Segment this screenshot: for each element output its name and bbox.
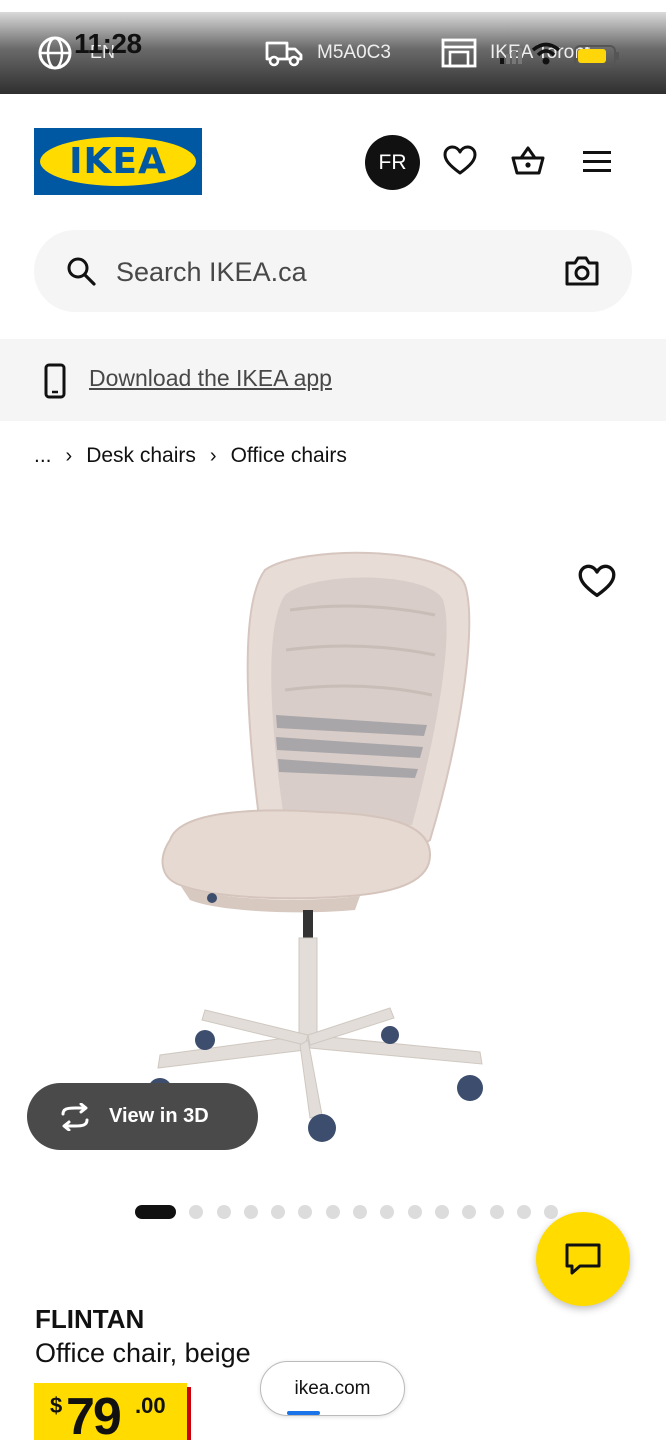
carousel-dot[interactable] <box>135 1205 176 1219</box>
carousel-dot[interactable] <box>434 1205 449 1219</box>
carousel-dot[interactable] <box>216 1205 231 1219</box>
favorite-heart-icon[interactable] <box>578 563 616 601</box>
carousel-dot[interactable] <box>544 1205 559 1219</box>
search-icon <box>67 257 96 286</box>
language-toggle-button[interactable]: FR <box>365 135 420 190</box>
app-download-banner: Download the IKEA app <box>0 339 666 421</box>
menu-icon[interactable] <box>580 144 614 178</box>
price-decimal: .00 <box>135 1393 166 1418</box>
page-load-progress <box>287 1411 320 1415</box>
product-image[interactable] <box>100 540 550 1160</box>
logo-text: IKEA <box>69 141 167 182</box>
carousel-dot[interactable] <box>516 1205 531 1219</box>
wifi-icon <box>531 42 561 65</box>
search-input[interactable]: Search IKEA.ca <box>116 257 307 288</box>
price-currency: $ <box>50 1393 63 1418</box>
carousel-dot[interactable] <box>271 1205 286 1219</box>
carousel-dot[interactable] <box>462 1205 477 1219</box>
camera-icon[interactable] <box>564 254 600 288</box>
price-tag: $ 79 .00 <box>34 1383 187 1440</box>
breadcrumb: ... › Desk chairs › Office chairs <box>34 444 347 468</box>
phone-icon <box>44 363 66 399</box>
battery-icon <box>574 45 619 67</box>
carousel-dot[interactable] <box>353 1205 368 1219</box>
carousel-dot[interactable] <box>380 1205 395 1219</box>
download-app-link[interactable]: Download the IKEA app <box>89 365 332 392</box>
heart-icon[interactable] <box>443 144 477 178</box>
signal-icon <box>500 48 522 64</box>
truck-icon[interactable] <box>264 38 304 68</box>
carousel-dot[interactable] <box>298 1205 313 1219</box>
product-description: Office chair, beige <box>35 1338 251 1368</box>
ikea-logo[interactable]: IKEA <box>34 128 202 195</box>
postal-code[interactable]: M5A0C3 <box>317 42 391 64</box>
carousel-dot[interactable] <box>489 1205 504 1219</box>
carousel-dot[interactable] <box>407 1205 422 1219</box>
carousel-dots[interactable] <box>135 1205 571 1219</box>
carousel-dot[interactable] <box>189 1205 204 1219</box>
chat-button[interactable] <box>536 1212 630 1306</box>
breadcrumb-ellipsis[interactable]: ... <box>34 444 52 468</box>
chevron-right-icon: › <box>65 444 73 467</box>
basket-icon[interactable] <box>511 144 545 178</box>
product-name[interactable]: FLINTAN <box>35 1304 144 1335</box>
carousel-dot[interactable] <box>325 1205 340 1219</box>
breadcrumb-desk-chairs[interactable]: Desk chairs <box>86 444 196 468</box>
rotate-3d-icon <box>61 1103 89 1131</box>
url-text: ikea.com <box>294 1378 371 1399</box>
breadcrumb-office-chairs[interactable]: Office chairs <box>231 444 347 468</box>
view-in-3d-label: View in 3D <box>109 1105 209 1127</box>
store-icon[interactable] <box>441 38 477 68</box>
site-header: IKEA FR <box>0 94 666 228</box>
search-bar[interactable]: Search IKEA.ca <box>34 230 632 312</box>
status-time: 11:28 <box>74 28 142 59</box>
chat-icon <box>565 1243 601 1275</box>
globe-icon[interactable] <box>37 35 73 71</box>
view-in-3d-button[interactable]: View in 3D <box>27 1083 258 1150</box>
chevron-right-icon: › <box>209 444 217 467</box>
carousel-dot[interactable] <box>243 1205 258 1219</box>
price-integer: 79 <box>66 1388 122 1440</box>
top-location-bar: EN 11:28 M5A0C3 IKEA Toront... <box>0 12 666 94</box>
browser-url-pill[interactable]: ikea.com <box>260 1361 405 1416</box>
